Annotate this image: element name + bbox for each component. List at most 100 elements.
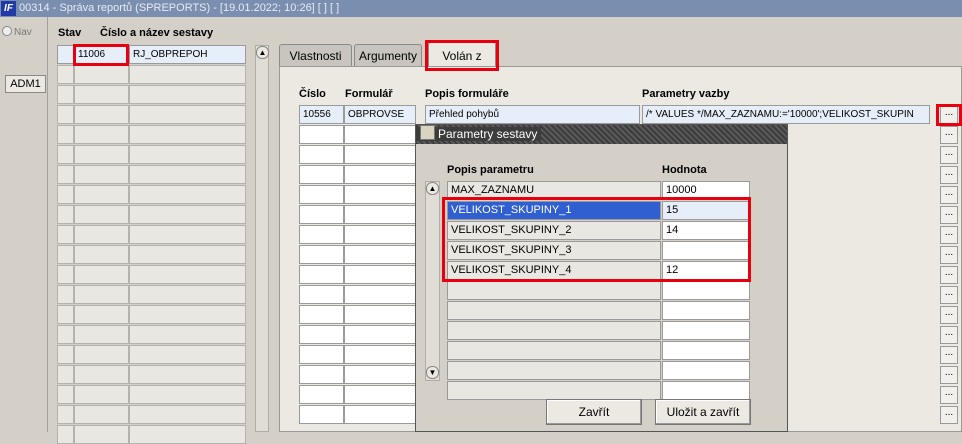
list-cell[interactable]	[129, 325, 246, 344]
list-cell[interactable]	[129, 245, 246, 264]
list-cell[interactable]	[74, 205, 129, 224]
called-from-cell[interactable]	[299, 145, 344, 164]
list-cell[interactable]	[129, 285, 246, 304]
list-cell[interactable]	[74, 405, 129, 424]
called-from-cell[interactable]	[344, 325, 416, 344]
called-from-cell[interactable]	[299, 285, 344, 304]
nav-toggle[interactable]: Nav	[2, 26, 32, 38]
list-cell[interactable]	[74, 145, 129, 164]
scroll-down-icon[interactable]: ▼	[426, 366, 439, 379]
list-cell[interactable]	[57, 245, 74, 264]
called-from-cell[interactable]	[299, 385, 344, 404]
list-cell[interactable]	[57, 225, 74, 244]
scroll-up-icon[interactable]: ▲	[426, 182, 439, 195]
list-cell[interactable]	[129, 145, 246, 164]
list-cell[interactable]	[129, 425, 246, 444]
list-cell[interactable]	[74, 385, 129, 404]
list-cell[interactable]	[129, 305, 246, 324]
called-from-cell[interactable]	[344, 125, 416, 144]
list-cell[interactable]	[57, 365, 74, 384]
list-cell[interactable]	[74, 85, 129, 104]
list-cell[interactable]	[57, 105, 74, 124]
more-button[interactable]: ...	[940, 146, 958, 164]
param-name[interactable]	[447, 281, 661, 300]
list-cell[interactable]	[57, 405, 74, 424]
more-button[interactable]: ...	[940, 226, 958, 244]
called-from-cell[interactable]	[299, 245, 344, 264]
list-cell[interactable]	[57, 285, 74, 304]
called-from-cislo[interactable]: 10556	[299, 105, 344, 124]
list-cell[interactable]	[74, 325, 129, 344]
param-name[interactable]	[447, 381, 661, 400]
list-cell[interactable]	[129, 125, 246, 144]
list-cell[interactable]	[57, 185, 74, 204]
list-cell[interactable]	[129, 205, 246, 224]
list-scrollbar[interactable]	[255, 45, 269, 432]
param-value-input[interactable]	[662, 381, 750, 400]
list-cell[interactable]	[57, 145, 74, 164]
list-cell[interactable]	[57, 65, 74, 84]
list-cell[interactable]	[129, 105, 246, 124]
tab-argumenty[interactable]: Argumenty	[354, 44, 422, 66]
list-cell[interactable]	[57, 165, 74, 184]
list-cell[interactable]	[74, 345, 129, 364]
param-value-input[interactable]	[662, 301, 750, 320]
called-from-cell[interactable]	[299, 185, 344, 204]
list-cell[interactable]	[74, 425, 129, 444]
called-from-cell[interactable]	[344, 205, 416, 224]
list-cell[interactable]	[57, 425, 74, 444]
more-button[interactable]: ...	[940, 166, 958, 184]
called-from-cell[interactable]	[299, 325, 344, 344]
more-button[interactable]: ...	[940, 126, 958, 144]
list-cell[interactable]	[129, 65, 246, 84]
called-from-popis[interactable]: Přehled pohybů	[425, 105, 640, 124]
called-from-cell[interactable]	[344, 185, 416, 204]
called-from-cell[interactable]	[344, 165, 416, 184]
list-cell[interactable]	[57, 325, 74, 344]
tab-vlastnosti[interactable]: Vlastnosti	[279, 44, 352, 66]
called-from-cell[interactable]	[344, 225, 416, 244]
param-value-input[interactable]	[662, 341, 750, 360]
more-button[interactable]: ...	[940, 346, 958, 364]
more-button[interactable]: ...	[940, 386, 958, 404]
list-cell[interactable]	[57, 345, 74, 364]
list-cell[interactable]	[129, 385, 246, 404]
more-button[interactable]: ...	[940, 266, 958, 284]
called-from-cell[interactable]	[299, 165, 344, 184]
list-cell[interactable]	[57, 125, 74, 144]
list-cell[interactable]	[57, 45, 74, 64]
adm-button[interactable]: ADM1	[5, 75, 46, 93]
param-name[interactable]	[447, 301, 661, 320]
list-cell[interactable]	[57, 205, 74, 224]
dialog-scrollbar[interactable]	[425, 181, 440, 381]
more-button[interactable]: ...	[940, 366, 958, 384]
list-cell[interactable]	[74, 105, 129, 124]
called-from-cell[interactable]	[344, 265, 416, 284]
called-from-cell[interactable]	[299, 125, 344, 144]
list-cell[interactable]	[74, 365, 129, 384]
list-cell[interactable]	[129, 405, 246, 424]
more-button[interactable]: ...	[940, 246, 958, 264]
param-value-input[interactable]	[662, 321, 750, 340]
list-cell[interactable]	[74, 185, 129, 204]
list-cell[interactable]	[74, 285, 129, 304]
list-cell[interactable]	[129, 185, 246, 204]
zavrit-button[interactable]: Zavřít	[546, 399, 642, 425]
called-from-cell[interactable]	[299, 265, 344, 284]
called-from-cell[interactable]	[344, 145, 416, 164]
list-cell[interactable]	[74, 65, 129, 84]
list-cell[interactable]: RJ_OBPREPOH	[129, 45, 246, 64]
called-from-parametry[interactable]: /* VALUES */MAX_ZAZNAMU:='10000';VELIKOS…	[642, 105, 930, 124]
list-cell[interactable]	[74, 225, 129, 244]
list-cell[interactable]	[57, 85, 74, 104]
called-from-cell[interactable]	[344, 405, 416, 424]
param-value-input[interactable]	[662, 281, 750, 300]
list-cell[interactable]	[129, 225, 246, 244]
called-from-formular[interactable]: OBPROVSE	[344, 105, 416, 124]
list-cell[interactable]	[129, 165, 246, 184]
more-button[interactable]: ...	[940, 406, 958, 424]
called-from-cell[interactable]	[299, 365, 344, 384]
more-button[interactable]: ...	[940, 306, 958, 324]
called-from-cell[interactable]	[299, 205, 344, 224]
list-cell[interactable]	[57, 385, 74, 404]
